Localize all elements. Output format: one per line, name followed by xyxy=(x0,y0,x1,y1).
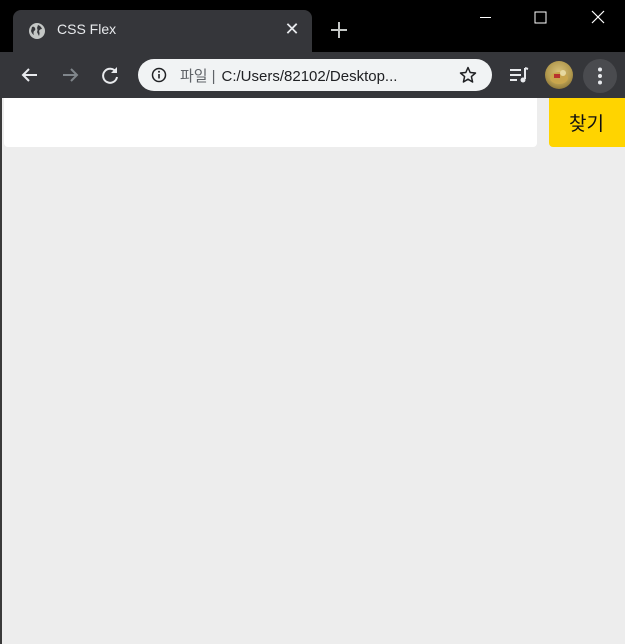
url-path: C:/Users/82102/Desktop... xyxy=(221,68,398,85)
minimize-button[interactable] xyxy=(462,0,508,36)
close-window-button[interactable] xyxy=(574,0,620,36)
back-button[interactable] xyxy=(16,61,44,89)
browser-menu-button[interactable] xyxy=(583,59,617,93)
bookmark-star-button[interactable] xyxy=(459,66,477,84)
media-queue-icon xyxy=(510,67,529,83)
info-icon[interactable] xyxy=(151,67,167,83)
reload-button[interactable] xyxy=(96,61,124,89)
forward-arrow-icon xyxy=(63,68,79,82)
plus-icon xyxy=(331,22,347,38)
address-bar[interactable]: 파일 | C:/Users/82102/Desktop... xyxy=(138,59,492,91)
search-input[interactable] xyxy=(4,98,537,147)
browser-toolbar: 파일 | C:/Users/82102/Desktop... xyxy=(0,52,625,98)
profile-avatar[interactable] xyxy=(545,61,573,89)
forward-button[interactable] xyxy=(56,61,84,89)
tab-title: CSS Flex xyxy=(57,21,117,37)
more-vert-icon xyxy=(598,67,602,85)
url-scheme: 파일 xyxy=(180,68,208,85)
media-button[interactable] xyxy=(505,61,533,89)
close-icon xyxy=(591,10,605,24)
tab-close-icon[interactable]: ✕ xyxy=(283,21,301,39)
tab-strip: CSS Flex ✕ xyxy=(0,0,625,52)
search-button[interactable]: 찾기 xyxy=(549,98,625,147)
minimize-icon xyxy=(480,17,491,18)
maximize-button[interactable] xyxy=(517,0,563,36)
url-separator: | xyxy=(211,68,216,85)
browser-window: CSS Flex ✕ 파일 | C:/Users/82102/Desktop..… xyxy=(0,0,625,644)
globe-icon xyxy=(28,22,46,40)
tab-css-flex[interactable]: CSS Flex ✕ xyxy=(13,10,312,52)
reload-icon xyxy=(102,67,118,84)
page-viewport: 찾기 xyxy=(0,98,625,644)
maximize-icon xyxy=(534,11,547,24)
back-arrow-icon xyxy=(21,68,37,82)
address-text: 파일 | C:/Users/82102/Desktop... xyxy=(180,65,397,86)
star-icon xyxy=(459,66,477,83)
new-tab-button[interactable] xyxy=(326,17,352,43)
